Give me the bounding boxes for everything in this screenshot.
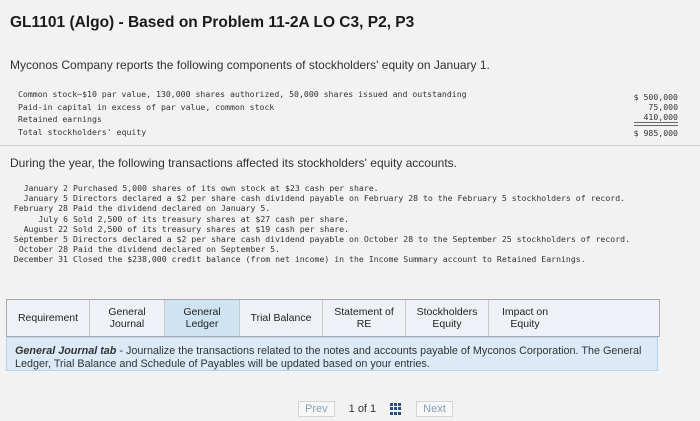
tab-general-ledger[interactable]: General Ledger bbox=[165, 300, 240, 336]
equity-labels: Common stock—$10 par value, 130,000 shar… bbox=[18, 88, 467, 138]
tab-label: Stockholders bbox=[416, 306, 478, 318]
equity-label-total: Total stockholders' equity bbox=[18, 126, 147, 137]
transaction-row: January 2 Purchased 5,000 shares of its o… bbox=[6, 183, 700, 193]
transaction-date: July 6 bbox=[38, 213, 68, 224]
transaction-row: October 28 Paid the dividend declared on … bbox=[6, 244, 700, 254]
page-total: of 1 bbox=[357, 403, 377, 415]
prev-button[interactable]: Prev bbox=[298, 401, 335, 417]
transaction-row: August 22 Sold 2,500 of its treasury shar… bbox=[6, 224, 700, 234]
pagination: Prev 1 of 1 Next bbox=[298, 401, 453, 417]
transaction-row: February 28 Paid the dividend declared on… bbox=[6, 203, 700, 213]
tab-label: Journal bbox=[109, 318, 145, 330]
transaction-text: Sold 2,500 of its treasury shares at $27… bbox=[73, 213, 350, 224]
tab-label: Equity bbox=[510, 318, 540, 330]
transaction-text: Paid the dividend declared on January 5. bbox=[73, 203, 271, 214]
tab-label: Ledger bbox=[185, 318, 219, 330]
transaction-date: January 5 bbox=[23, 193, 68, 204]
section-divider bbox=[0, 145, 700, 146]
tab-label: RE bbox=[356, 318, 372, 330]
page-title: GL1101 (Algo) - Based on Problem 11-2A L… bbox=[10, 14, 415, 31]
transaction-date: December 31 bbox=[13, 254, 68, 265]
equity-value-paid-in-capital: 75,000 bbox=[648, 102, 678, 112]
tab-trial-balance[interactable]: Trial Balance bbox=[240, 300, 323, 336]
tab-label: Statement of bbox=[334, 306, 394, 318]
transaction-row: January 5 Directors declared a $2 per sha… bbox=[6, 193, 700, 203]
transaction-text: Paid the dividend declared on September … bbox=[73, 244, 281, 255]
intro-text: Myconos Company reports the following co… bbox=[10, 58, 490, 72]
page-indicator: 1 of 1 bbox=[349, 403, 377, 415]
transaction-text: Closed the $238,000 credit balance (from… bbox=[73, 254, 586, 265]
during-text: During the year, the following transacti… bbox=[10, 156, 457, 170]
equity-label-paid-in-capital: Paid-in capital in excess of par value, … bbox=[18, 101, 275, 112]
equity-label-common-stock: Common stock—$10 par value, 130,000 shar… bbox=[18, 89, 467, 99]
transactions-list: January 2 Purchased 5,000 shares of its o… bbox=[6, 183, 700, 265]
tab-general-journal[interactable]: General Journal bbox=[90, 300, 165, 336]
equity-values: $ 500,000 75,000 410,000 $ 985,000 bbox=[633, 92, 678, 138]
transaction-date: August 22 bbox=[23, 223, 68, 234]
tab-stockholders-equity[interactable]: Stockholders Equity bbox=[406, 300, 489, 336]
instruction-title: General Journal tab bbox=[15, 345, 117, 357]
transaction-text: Sold 2,500 of its treasury shares at $19… bbox=[73, 223, 350, 234]
equity-label-retained-earnings: Retained earnings bbox=[18, 114, 102, 124]
transaction-date: February 28 bbox=[13, 203, 68, 214]
tab-label: Equity bbox=[432, 318, 462, 330]
tab-statement-of-re[interactable]: Statement of RE bbox=[323, 300, 406, 336]
tab-label: General bbox=[108, 306, 146, 318]
transaction-date: January 2 bbox=[23, 183, 68, 193]
equity-value-retained-earnings: 410,000 bbox=[633, 112, 678, 123]
transaction-text: Purchased 5,000 shares of its own stock … bbox=[73, 183, 379, 193]
transaction-date: September 5 bbox=[13, 234, 68, 245]
equity-value-total: $ 985,000 bbox=[633, 125, 678, 138]
tab-label: Trial Balance bbox=[250, 312, 312, 324]
tab-requirement[interactable]: Requirement bbox=[7, 300, 90, 336]
next-button[interactable]: Next bbox=[416, 401, 453, 417]
tab-bar: Requirement General Journal General Ledger… bbox=[6, 299, 660, 337]
tab-label: Requirement bbox=[17, 312, 79, 324]
transaction-text: Directors declared a $2 per share cash d… bbox=[73, 193, 626, 204]
transaction-row: July 6 Sold 2,500 of its treasury shares … bbox=[6, 214, 700, 224]
transaction-row: September 5 Directors declared a $2 per s… bbox=[6, 234, 700, 244]
instruction-box: General Journal tab - Journalize the tra… bbox=[6, 337, 658, 371]
grid-icon[interactable] bbox=[390, 403, 402, 415]
transaction-date: October 28 bbox=[18, 244, 68, 255]
equity-value-common-stock: $ 500,000 bbox=[633, 92, 678, 102]
transaction-text: Directors declared a $2 per share cash d… bbox=[73, 234, 631, 245]
transaction-row: December 31 Closed the $238,000 credit ba… bbox=[6, 254, 700, 264]
page-number: 1 bbox=[348, 403, 355, 415]
tab-label: Impact on bbox=[501, 306, 549, 318]
tab-impact-on-equity[interactable]: Impact on Equity bbox=[489, 300, 561, 336]
tab-label: General bbox=[183, 306, 221, 318]
